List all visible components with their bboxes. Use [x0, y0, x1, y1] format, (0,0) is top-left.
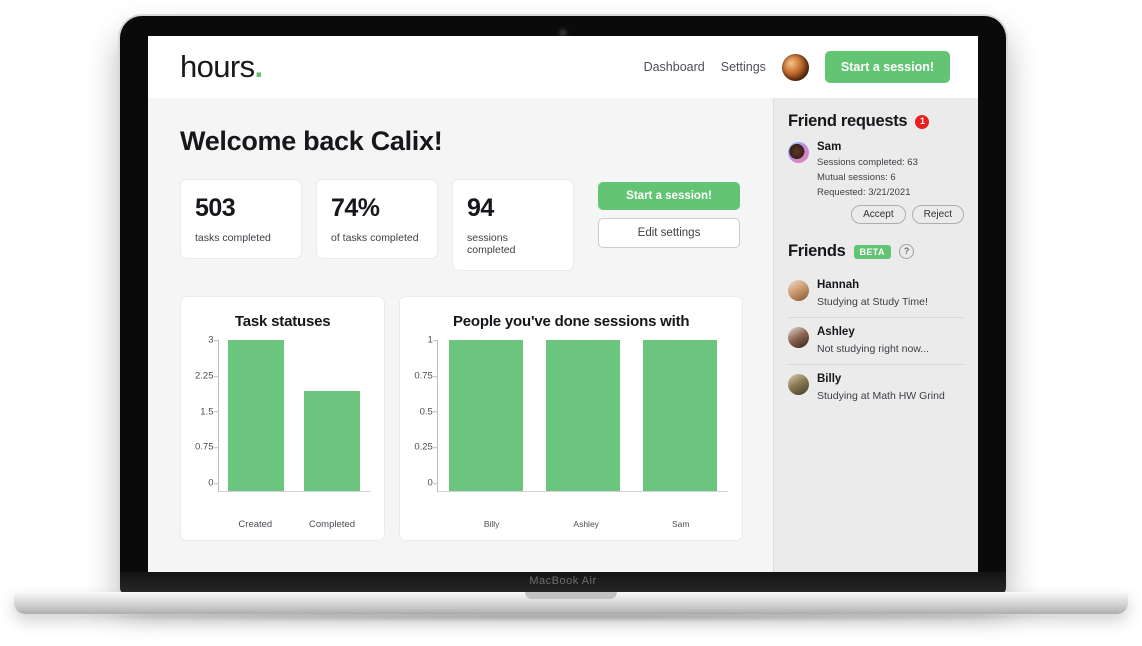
start-session-button[interactable]: Start a session! [824, 51, 950, 83]
friend-requests-title: Friend requests [788, 112, 908, 130]
stat-value: 94 [467, 194, 494, 222]
friend-name: Hannah [817, 279, 860, 291]
friend-request-details: Sam Sessions completed: 63 Mutual sessio… [817, 141, 918, 198]
laptop-chin: MacBook Air [120, 572, 1006, 594]
stat-value: 74% [331, 194, 380, 222]
avatar-billy[interactable] [788, 374, 809, 395]
action-stack: Start a session! Edit settings [598, 182, 740, 248]
accept-button[interactable]: Accept [851, 205, 906, 224]
y-tick: 0 [427, 477, 438, 488]
laptop-mockup: hours. Dashboard Settings Start a sessio… [0, 0, 1142, 646]
y-axis: 1 0.75 0.5 0.25 0 [414, 335, 438, 492]
plot-area [217, 340, 371, 493]
bar-billy[interactable] [449, 340, 524, 492]
app-root: hours. Dashboard Settings Start a sessio… [148, 36, 978, 572]
edit-settings-button[interactable]: Edit settings [598, 218, 740, 248]
friend-details: Hannah Studying at Study Time! [817, 279, 928, 308]
app-body: Welcome back Calix! 503 tasks completed … [148, 98, 978, 572]
stat-label: sessions completed [467, 232, 516, 257]
x-tick: Completed [309, 519, 355, 531]
beta-badge: BETA [853, 244, 891, 259]
help-circle-icon[interactable]: ? [898, 244, 914, 259]
avatar-sam[interactable] [788, 142, 809, 163]
brand-logo-text: hours [180, 49, 255, 84]
friend-status: Not studying right now... [817, 343, 930, 355]
y-tick: 1.5 [200, 405, 218, 417]
y-tick: 0 [208, 477, 219, 488]
bar-created[interactable] [228, 340, 285, 492]
friend-status: Studying at Study Time! [817, 296, 928, 308]
chart-title: Task statuses [234, 313, 331, 331]
avatar-ashley[interactable] [788, 327, 809, 348]
friend-requests-heading: Friend requests 1 [788, 112, 964, 131]
avatar[interactable] [781, 53, 809, 81]
friend-details: Ashley Not studying right now... [817, 326, 929, 355]
laptop-notch [525, 592, 617, 599]
friend-name: Ashley [817, 326, 855, 338]
x-tick: Ashley [573, 519, 599, 530]
brand-logo[interactable]: hours. [180, 49, 263, 85]
friend-name: Billy [817, 373, 842, 385]
stat-card-sessions-completed: 94 sessions completed [452, 179, 574, 272]
charts-row: Task statuses 3 2.25 1.5 0.75 0 Created … [180, 296, 743, 542]
y-tick: 3 [208, 334, 219, 346]
friend-request-actions: Accept Reject [788, 205, 964, 224]
x-axis: Billy Ashley Sam [444, 515, 728, 529]
friend-status: Studying at Math HW Grind [817, 390, 945, 402]
page-title: Welcome back Calix! [180, 126, 443, 156]
stat-label: of tasks completed [331, 232, 419, 245]
friends-title: Friends [788, 242, 846, 260]
summary-row: 503 tasks completed 74% of tasks complet… [180, 179, 743, 272]
laptop-model-label: MacBook Air [529, 575, 597, 587]
x-tick: Sam [671, 519, 690, 530]
bar-ashley[interactable] [545, 340, 620, 492]
y-tick: 2.25 [195, 370, 217, 382]
list-item[interactable]: Billy Studying at Math HW Grind [788, 365, 964, 411]
friend-request-sessions-completed: Sessions completed: 63 [817, 157, 918, 168]
nav-link-settings[interactable]: Settings [721, 60, 766, 74]
chart-card-session-people: People you've done sessions with 1 0.75 … [399, 296, 743, 542]
x-tick: Billy [483, 519, 500, 530]
list-item[interactable]: Ashley Not studying right now... [788, 318, 964, 365]
plot-area [436, 340, 728, 493]
plot: 3 2.25 1.5 0.75 0 [195, 335, 371, 515]
stat-card-percent-tasks-completed: 74% of tasks completed [316, 179, 438, 260]
stat-card-tasks-completed: 503 tasks completed [180, 179, 302, 260]
stat-label: tasks completed [195, 232, 271, 245]
y-tick: 0.75 [195, 441, 217, 453]
main-column: Welcome back Calix! 503 tasks completed … [148, 98, 773, 572]
x-tick: Created [238, 519, 273, 531]
stat-value: 503 [195, 194, 236, 222]
start-session-button-main[interactable]: Start a session! [598, 182, 740, 210]
bar-sam[interactable] [642, 340, 717, 492]
y-tick: 0.5 [419, 405, 438, 417]
app-header: hours. Dashboard Settings Start a sessio… [148, 36, 978, 98]
bar-completed[interactable] [304, 390, 361, 492]
friend-request-item: Sam Sessions completed: 63 Mutual sessio… [788, 141, 964, 198]
x-axis: Created Completed [217, 515, 370, 530]
header-nav: Dashboard Settings Start a session! [644, 51, 950, 83]
chart-title: People you've done sessions with [452, 313, 690, 331]
friend-request-name: Sam [817, 141, 842, 153]
sidebar: Friend requests 1 Sam Sessions completed… [773, 98, 978, 572]
y-tick: 0.25 [414, 441, 437, 453]
y-axis: 3 2.25 1.5 0.75 0 [195, 335, 219, 492]
list-item[interactable]: Hannah Studying at Study Time! [788, 271, 964, 318]
friend-details: Billy Studying at Math HW Grind [817, 373, 945, 402]
y-tick: 0.75 [414, 370, 437, 382]
y-tick: 1 [427, 334, 438, 346]
laptop-foot-shadow [60, 612, 1082, 622]
reject-button[interactable]: Reject [911, 205, 964, 224]
friends-heading: Friends BETA ? [788, 242, 964, 261]
nav-link-dashboard[interactable]: Dashboard [644, 60, 705, 74]
chart-card-task-statuses: Task statuses 3 2.25 1.5 0.75 0 Created … [180, 296, 386, 542]
brand-logo-dot: . [254, 49, 264, 84]
friend-request-requested-date: Requested: 3/21/2021 [817, 187, 911, 198]
plot: 1 0.75 0.5 0.25 0 [414, 335, 728, 515]
avatar-hannah[interactable] [788, 280, 809, 301]
laptop-screen: hours. Dashboard Settings Start a sessio… [148, 36, 978, 572]
status-badge: 1 [915, 114, 930, 129]
friend-request-mutual-sessions: Mutual sessions: 6 [817, 172, 896, 183]
